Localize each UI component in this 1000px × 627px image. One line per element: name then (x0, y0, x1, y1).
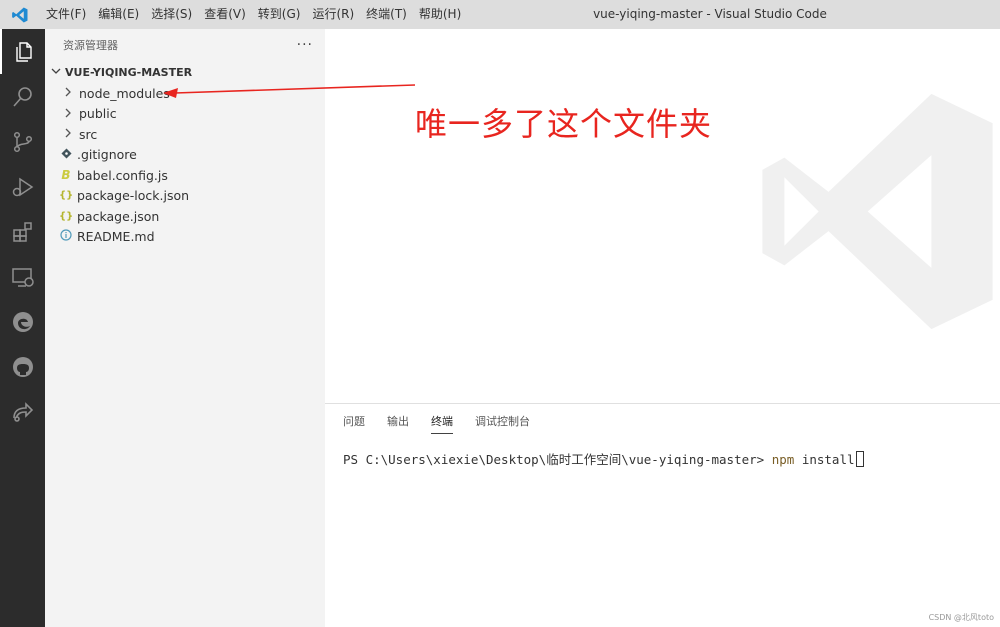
vscode-logo-icon (0, 0, 40, 29)
tree-item-label: README.md (77, 229, 155, 245)
tree-item-babel-config[interactable]: B babel.config.js (45, 165, 325, 186)
tree-item-label: src (79, 126, 98, 142)
run-debug-icon[interactable] (0, 164, 45, 209)
chevron-right-icon (61, 127, 75, 141)
tab-output[interactable]: 输出 (387, 413, 409, 433)
menu-help[interactable]: 帮助(H) (413, 0, 467, 29)
tree-item-src[interactable]: src (45, 124, 325, 145)
explorer-icon[interactable] (0, 29, 45, 74)
more-actions-icon[interactable]: ··· (297, 37, 313, 53)
tree-item-gitignore[interactable]: .gitignore (45, 145, 325, 166)
sidebar-title: 资源管理器 (63, 39, 118, 52)
git-icon (59, 148, 73, 162)
terminal-command: npm (771, 452, 795, 467)
extensions-icon[interactable] (0, 209, 45, 254)
search-icon[interactable] (0, 74, 45, 119)
workspace-folder-name: VUE-YIQING-MASTER (65, 65, 193, 79)
edge-icon[interactable] (0, 299, 45, 344)
chevron-right-icon (61, 107, 75, 121)
menu-bar: 文件(F) 编辑(E) 选择(S) 查看(V) 转到(G) 运行(R) 终端(T… (40, 0, 467, 29)
tree-item-label: babel.config.js (77, 167, 168, 183)
menu-terminal[interactable]: 终端(T) (360, 0, 413, 29)
editor-area[interactable] (325, 29, 1000, 403)
terminal-output[interactable]: PS C:\Users\xiexie\Desktop\临时工作空间\vue-yi… (343, 449, 864, 468)
info-icon (59, 229, 73, 244)
title-bar: 文件(F) 编辑(E) 选择(S) 查看(V) 转到(G) 运行(R) 终端(T… (0, 0, 1000, 29)
menu-view[interactable]: 查看(V) (198, 0, 252, 29)
menu-edit[interactable]: 编辑(E) (92, 0, 145, 29)
activity-bar (0, 29, 45, 627)
panel-tabs: 问题 输出 终端 调试控制台 (325, 404, 1000, 436)
window-title: vue-yiqing-master - Visual Studio Code (593, 7, 827, 21)
menu-run[interactable]: 运行(R) (306, 0, 360, 29)
tab-debug-console[interactable]: 调试控制台 (475, 413, 530, 433)
tree-item-label: package-lock.json (77, 188, 190, 204)
vscode-watermark-icon (762, 93, 993, 330)
bottom-panel: 问题 输出 终端 调试控制台 PS C:\Users\xiexie\Deskto… (325, 403, 1000, 627)
workspace-folder[interactable]: VUE-YIQING-MASTER (45, 61, 325, 83)
chevron-down-icon (49, 66, 63, 79)
terminal-prompt: PS C:\Users\xiexie\Desktop\临时工作空间\vue-yi… (343, 452, 772, 467)
tree-item-public[interactable]: public (45, 104, 325, 125)
vscode-window: 文件(F) 编辑(E) 选择(S) 查看(V) 转到(G) 运行(R) 终端(T… (0, 0, 1000, 627)
remote-explorer-icon[interactable] (0, 254, 45, 299)
tab-problems[interactable]: 问题 (343, 413, 365, 433)
tree-item-node-modules[interactable]: node_modules (45, 83, 325, 104)
tree-item-package-lock[interactable]: {} package-lock.json (45, 186, 325, 207)
watermark-credit: CSDN @北风toto (928, 613, 994, 622)
tree-item-readme[interactable]: README.md (45, 227, 325, 248)
github-icon[interactable] (0, 344, 45, 389)
source-control-icon[interactable] (0, 119, 45, 164)
tree-item-label: .gitignore (77, 147, 137, 163)
tree-item-label: package.json (77, 208, 160, 224)
chevron-right-icon (61, 86, 75, 100)
json-icon: {} (59, 190, 74, 202)
live-share-icon[interactable] (0, 389, 45, 434)
menu-file[interactable]: 文件(F) (40, 0, 92, 29)
tab-terminal[interactable]: 终端 (431, 413, 453, 434)
json-icon: {} (59, 210, 74, 222)
terminal-args: install (794, 452, 855, 467)
sidebar-header: 资源管理器 ··· (45, 29, 325, 61)
babel-icon: B (61, 168, 71, 183)
terminal-cursor (855, 451, 864, 467)
tree-item-label: public (79, 106, 117, 122)
menu-selection[interactable]: 选择(S) (145, 0, 198, 29)
tree-item-package-json[interactable]: {} package.json (45, 206, 325, 227)
explorer-sidebar: 资源管理器 ··· VUE-YIQING-MASTER node_modules… (45, 29, 325, 627)
menu-go[interactable]: 转到(G) (252, 0, 307, 29)
annotation-text: 唯一多了这个文件夹 (415, 105, 713, 143)
tree-item-label: node_modules (79, 85, 170, 101)
